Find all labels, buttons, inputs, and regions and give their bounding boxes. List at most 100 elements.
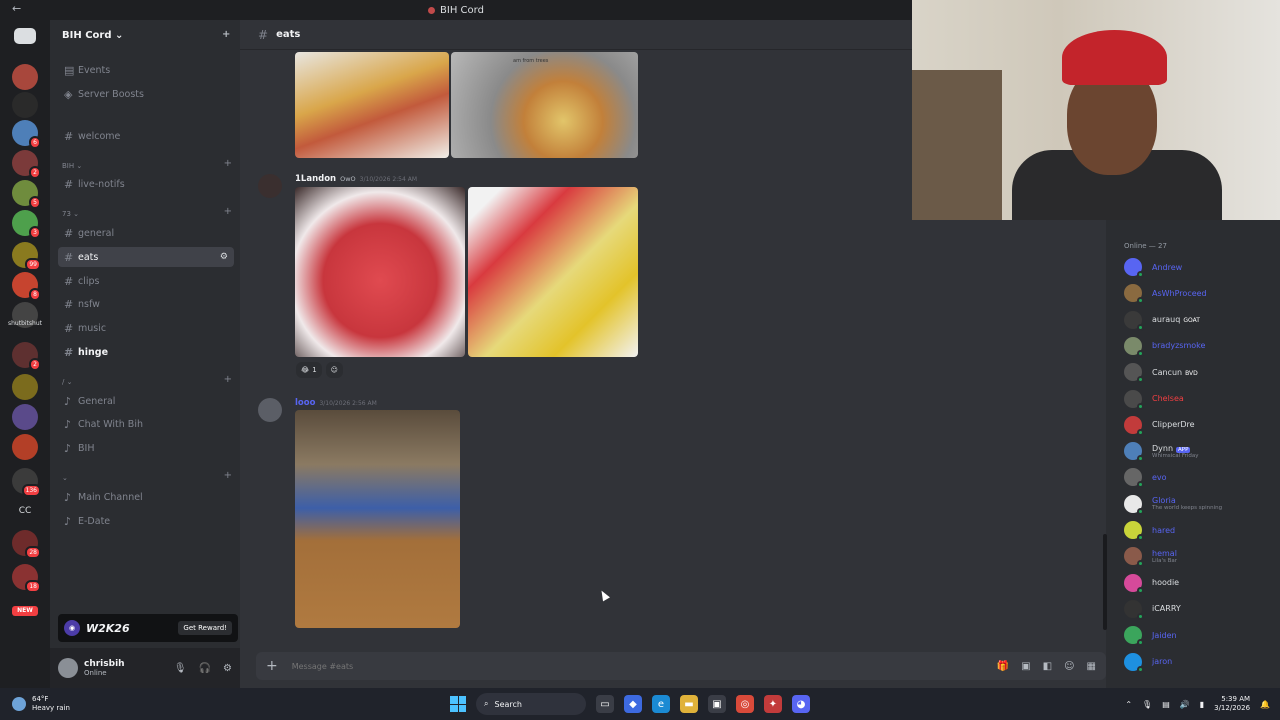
channel-welcome[interactable]: # welcome: [58, 126, 234, 146]
voice-channel-main[interactable]: ♪ Main Channel: [58, 487, 234, 507]
chat-scrollbar[interactable]: [1103, 534, 1107, 630]
reaction-laugh[interactable]: 😂 1: [296, 362, 322, 378]
member-list-item[interactable]: hemal Lila's Bar: [1124, 545, 1177, 568]
member-list-item[interactable]: Chelsea: [1124, 388, 1184, 410]
taskbar-search[interactable]: ⌕ Search: [476, 693, 586, 715]
message-author[interactable]: 1Landon: [295, 174, 336, 184]
channel-nsfw[interactable]: # nsfw: [58, 294, 234, 314]
member-list-item[interactable]: bradyzsmoke: [1124, 335, 1205, 357]
member-list-item[interactable]: Gloria The world keeps spinning: [1124, 493, 1222, 515]
apps-icon[interactable]: ▦: [1087, 661, 1096, 672]
attachment-image[interactable]: [468, 187, 638, 357]
server-icon[interactable]: [12, 404, 38, 430]
server-icon[interactable]: 28: [12, 530, 41, 559]
gift-icon[interactable]: 🎁: [997, 661, 1009, 672]
member-list-item[interactable]: Andrew: [1124, 256, 1182, 278]
server-icon[interactable]: 3: [12, 210, 41, 239]
member-list-item[interactable]: hoodie: [1124, 572, 1179, 594]
attachment-image[interactable]: [295, 187, 465, 357]
gear-icon[interactable]: ⚙: [223, 663, 232, 674]
microphone-icon[interactable]: 🎙: [1142, 700, 1152, 709]
category-voice-2[interactable]: ⌄: [62, 474, 68, 482]
attachment-image[interactable]: [295, 52, 449, 158]
voice-channel-bih[interactable]: ♪ BIH: [58, 438, 234, 458]
avatar[interactable]: [58, 658, 78, 678]
voice-channel-general[interactable]: ♪ General: [58, 391, 234, 411]
edge-browser-icon[interactable]: e: [652, 695, 670, 713]
avatar[interactable]: [258, 174, 282, 198]
headphones-icon[interactable]: 🎧: [199, 663, 211, 674]
member-list-item[interactable]: Dynn APP Whimsical Friday: [1124, 440, 1199, 463]
add-attachment-icon[interactable]: +: [266, 658, 278, 674]
member-list-item[interactable]: hared: [1124, 519, 1175, 541]
volume-icon[interactable]: 🔊: [1180, 700, 1190, 709]
channel-live-notifs[interactable]: # live-notifs: [58, 174, 234, 194]
member-list-item[interactable]: ClipperDre: [1124, 414, 1195, 436]
attachment-image[interactable]: [295, 410, 460, 628]
add-channel-icon[interactable]: +: [224, 158, 232, 169]
app-icon[interactable]: ✦: [764, 695, 782, 713]
server-icon[interactable]: 99: [12, 242, 41, 271]
get-reward-button[interactable]: Get Reward!: [178, 621, 232, 635]
member-list-item[interactable]: iCARRY: [1124, 598, 1181, 620]
add-channel-icon[interactable]: +: [224, 206, 232, 217]
task-view-icon[interactable]: ▭: [596, 695, 614, 713]
category-bih[interactable]: BIH ⌄: [62, 162, 82, 170]
server-icon[interactable]: 6: [12, 120, 41, 149]
server-icon[interactable]: [12, 434, 38, 460]
windows-start-icon[interactable]: [450, 696, 466, 712]
server-icon[interactable]: 2: [12, 150, 41, 179]
server-icon[interactable]: 8: [12, 272, 41, 301]
network-icon[interactable]: ▤: [1162, 700, 1170, 709]
discord-home-icon[interactable]: [14, 28, 36, 44]
member-list-item[interactable]: AsWhProceed: [1124, 282, 1207, 305]
file-explorer-icon[interactable]: ▬: [680, 695, 698, 713]
member-list-item[interactable]: Cancun BVD: [1124, 361, 1198, 384]
member-list-item[interactable]: Jaiden: [1124, 624, 1177, 647]
avatar[interactable]: [258, 398, 282, 422]
server-icon[interactable]: [12, 374, 38, 400]
sidebar-item-server-boosts[interactable]: ◈ Server Boosts: [58, 84, 234, 104]
copilot-icon[interactable]: ◆: [624, 695, 642, 713]
server-icon[interactable]: 18: [12, 564, 41, 593]
sidebar-item-events[interactable]: ▤ Events: [58, 60, 234, 80]
message-input[interactable]: [291, 661, 997, 671]
channel-clips[interactable]: # clips: [58, 271, 234, 291]
notification-bell-icon[interactable]: 🔔: [1260, 700, 1270, 709]
gif-icon[interactable]: ▣: [1021, 661, 1030, 672]
server-icon[interactable]: 136: [12, 468, 41, 497]
member-list-item[interactable]: jaron: [1124, 651, 1172, 673]
back-arrow-icon[interactable]: ←: [12, 2, 21, 15]
server-icon[interactable]: 2: [12, 342, 41, 371]
user-info[interactable]: chrisbih Online: [84, 659, 125, 677]
message-author[interactable]: looo: [295, 398, 315, 408]
battery-icon[interactable]: ▮: [1200, 700, 1204, 709]
channel-eats[interactable]: # eats ⚙: [58, 247, 234, 267]
add-reaction-button[interactable]: ☺: [325, 362, 343, 378]
server-icon[interactable]: 5: [12, 180, 41, 209]
guild-text-label[interactable]: shutbitshut: [6, 320, 44, 327]
emoji-icon[interactable]: ☺: [1064, 661, 1074, 672]
chrome-icon[interactable]: ◎: [736, 695, 754, 713]
server-header[interactable]: BIH Cord ⌄ +: [50, 20, 240, 50]
voice-channel-e-date[interactable]: ♪ E-Date: [58, 511, 234, 531]
weather-widget[interactable]: 64°F Heavy rain: [12, 695, 70, 713]
channel-hinge[interactable]: # hinge: [58, 342, 234, 362]
guild-cc-label[interactable]: CC: [6, 506, 44, 516]
channel-settings-icon[interactable]: ⚙: [220, 252, 228, 262]
add-channel-icon[interactable]: +: [224, 470, 232, 481]
channel-music[interactable]: # music: [58, 318, 234, 338]
store-icon[interactable]: ▣: [708, 695, 726, 713]
microphone-icon[interactable]: 🎙: [174, 663, 187, 674]
sticker-icon[interactable]: ◧: [1043, 661, 1052, 672]
chevron-up-icon[interactable]: ⌃: [1125, 700, 1132, 709]
game-promo-banner[interactable]: ◉ W2K26 Get Reward!: [58, 614, 238, 642]
invite-icon[interactable]: +: [222, 29, 234, 41]
voice-channel-chat-with-bih[interactable]: ♪ Chat With Bih: [58, 414, 234, 434]
category-73[interactable]: 73 ⌄: [62, 210, 79, 218]
server-icon[interactable]: [12, 64, 38, 90]
add-channel-icon[interactable]: +: [224, 374, 232, 385]
attachment-image[interactable]: am from trees: [451, 52, 638, 158]
system-clock[interactable]: 5:39 AM 3/12/2026: [1214, 695, 1250, 713]
category-voice[interactable]: / ⌄: [62, 378, 72, 386]
